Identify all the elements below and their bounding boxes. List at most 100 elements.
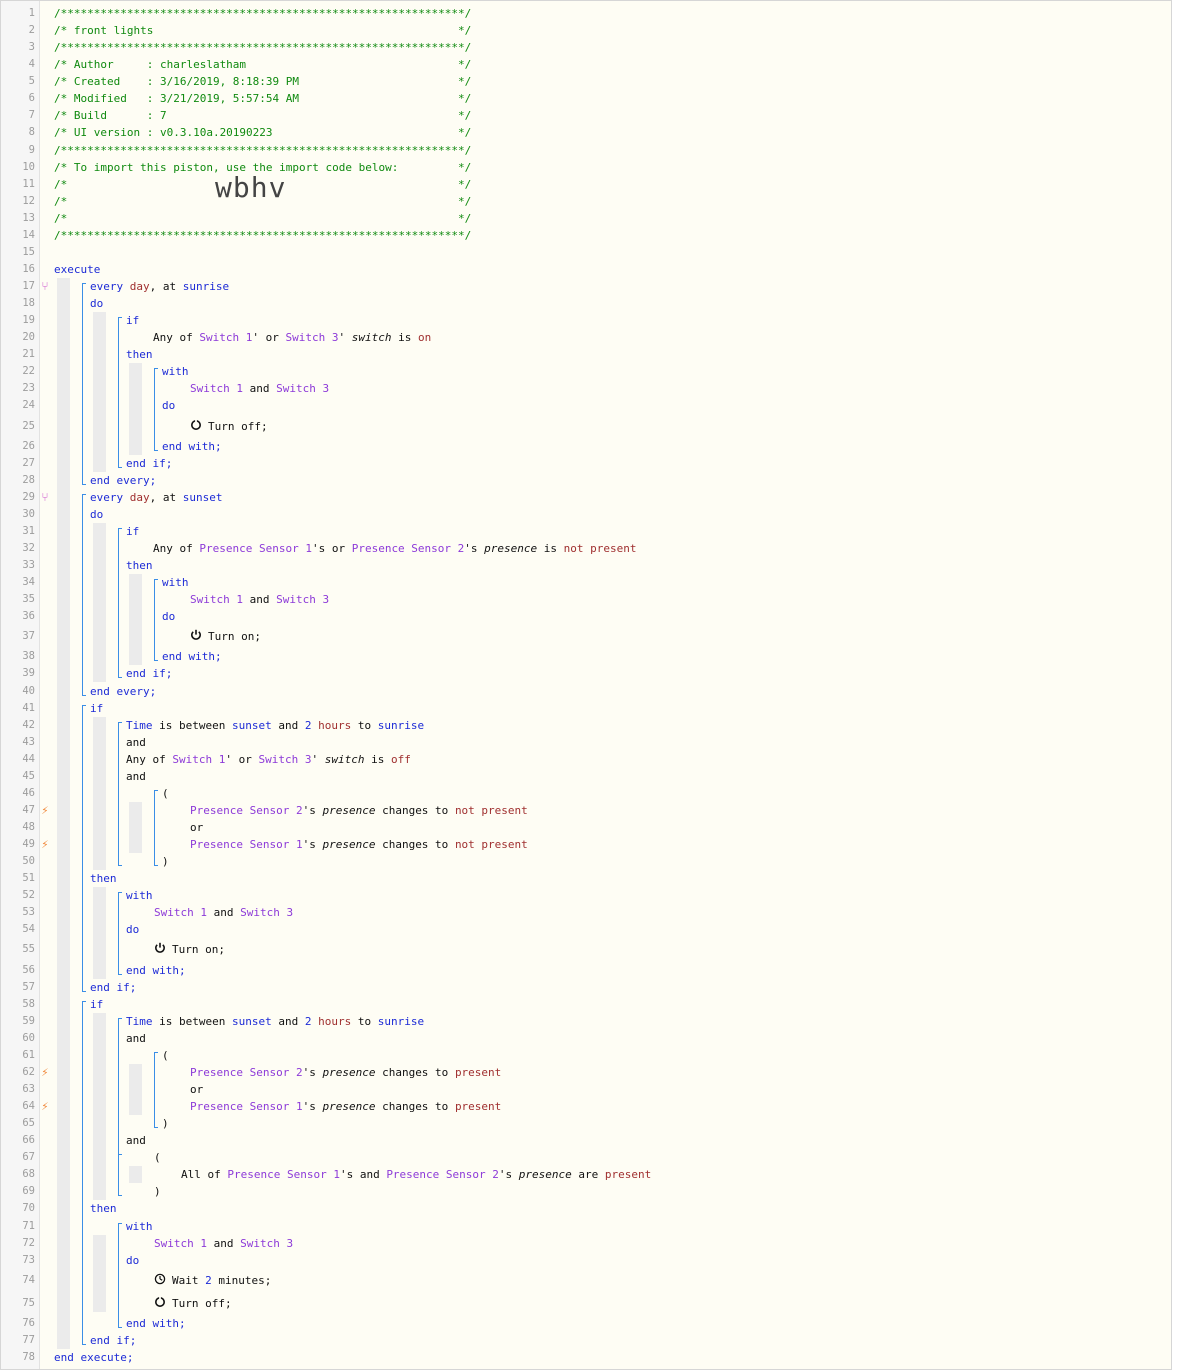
keyword-token: do (126, 923, 140, 937)
device-token[interactable]: Switch 1 (190, 382, 243, 395)
code-line: 49 ⚡ Presence Sensor 1's presence changes … (1, 836, 1171, 853)
code-text: /***************************************… (54, 142, 471, 159)
line-number: 9 (28, 143, 35, 156)
code-line: 54 do (1, 921, 1171, 938)
value-token: hours (318, 718, 352, 732)
power-on-icon (154, 942, 166, 954)
code-text: end with; (162, 648, 222, 665)
line-number: 26 (22, 439, 35, 452)
value-token: not present (454, 838, 528, 852)
code-line: 38 end with; (1, 648, 1171, 665)
code-line: 12/* */ (1, 193, 1171, 210)
keyword-token: sunrise (377, 1014, 425, 1028)
device-token[interactable]: Switch 3 (285, 331, 338, 344)
code-text: ) (162, 1115, 169, 1132)
code-line: 3 /**************************************… (1, 39, 1171, 56)
code-text: if (90, 996, 103, 1013)
line-number: 34 (22, 576, 35, 589)
keyword-token: end execute; (54, 1351, 134, 1364)
text-token: , at (149, 490, 183, 504)
code-text: All of Presence Sensor 1's and Presence … (181, 1166, 651, 1183)
line-number: 3 (28, 41, 35, 54)
comment-token: /***************************************… (54, 7, 472, 20)
device-token[interactable]: Presence Sensor 1 (199, 542, 312, 555)
device-token[interactable]: Presence Sensor 2 (352, 542, 465, 555)
line-number: 64 (22, 1100, 35, 1113)
device-token[interactable]: Presence Sensor 1 (190, 1100, 303, 1113)
device-token[interactable]: Presence Sensor 1 (190, 838, 303, 851)
piston-code-editor: 1 /**************************************… (0, 0, 1172, 1370)
code-text: Turn off; (154, 1295, 232, 1312)
text-token: and (242, 593, 277, 607)
code-text: and (126, 734, 146, 751)
line-number: 13 (22, 211, 35, 224)
device-token[interactable]: Switch 3 (240, 906, 293, 919)
value-token: present (604, 1168, 652, 1182)
device-token[interactable]: Presence Sensor 2 (190, 1066, 303, 1079)
device-token[interactable]: Switch 3 (258, 753, 311, 766)
code-line: 31 if (1, 523, 1171, 540)
device-token[interactable]: Switch 3 (276, 382, 329, 395)
comment-token: /* Created : 3/16/2019, 8:18:39 PM */ (54, 75, 472, 89)
code-text: Time is between sunset and 2 hours to su… (126, 717, 424, 734)
text-token: and (126, 735, 146, 749)
code-line: 32 Any of Presence Sensor 1's or Presence… (1, 540, 1171, 557)
text-token: changes to (375, 1065, 455, 1079)
keyword-token: end every; (90, 473, 157, 487)
keyword-token: Time (126, 1014, 153, 1028)
device-token[interactable]: Switch 1 (199, 331, 252, 344)
code-text: end execute; (54, 1349, 133, 1366)
power-off-icon (190, 419, 202, 431)
code-line: 64 ⚡ Presence Sensor 1's presence changes … (1, 1098, 1171, 1115)
code-line: 62 ⚡ Presence Sensor 2's presence changes … (1, 1064, 1171, 1081)
line-number: 42 (22, 718, 35, 731)
device-token[interactable]: Switch 1 (190, 593, 243, 606)
device-token[interactable]: Switch 1 (154, 906, 207, 919)
code-line: 34 with (1, 574, 1171, 591)
code-line: 73 do (1, 1252, 1171, 1269)
keyword-token: end if; (90, 980, 137, 994)
comment-token: /* */ (54, 211, 472, 225)
keyword-token: sunset (182, 490, 223, 504)
code-line: 2 /* front lights */ (1, 22, 1171, 39)
line-number: 73 (22, 1253, 35, 1266)
text-token: All of (181, 1168, 228, 1182)
code-text: every day, at sunset (90, 489, 223, 506)
code-line: 45 and (1, 768, 1171, 785)
code-line: 16 execute (1, 261, 1171, 278)
attribute-token: presence (518, 1168, 572, 1182)
code-text: do (126, 1252, 139, 1269)
text-token: 's (464, 541, 485, 555)
device-token[interactable]: Switch 3 (240, 1237, 293, 1250)
line-number: 7 (28, 109, 35, 122)
device-token[interactable]: Presence Sensor 2 (386, 1168, 499, 1181)
code-line: 65) (1, 1115, 1171, 1132)
attribute-token: presence (322, 1065, 376, 1079)
device-token[interactable]: Switch 1 (154, 1237, 207, 1250)
code-text: end every; (90, 683, 156, 700)
code-text: then (126, 346, 153, 363)
line-number: 44 (22, 752, 35, 765)
line-number: 17 (22, 280, 35, 293)
keyword-token: end if; (126, 667, 173, 681)
comment-token: /* Author : charleslatham */ (54, 58, 472, 72)
code-text: ( (154, 1149, 161, 1166)
device-token[interactable]: Switch 1 (172, 753, 225, 766)
line-number: 72 (22, 1236, 35, 1249)
line-number: 32 (22, 541, 35, 554)
text-token: ) (154, 1185, 161, 1199)
code-line: 24 do (1, 397, 1171, 414)
value-token: hours (318, 1014, 352, 1028)
code-line: 11/* */ (1, 176, 1171, 193)
number-token: 2 (205, 1273, 212, 1287)
line-number: 29 (22, 490, 35, 503)
code-text: Any of Switch 1' or Switch 3' switch is … (126, 751, 411, 768)
device-token[interactable]: Presence Sensor 2 (190, 804, 303, 817)
code-text: Wait 2 minutes; (154, 1272, 271, 1289)
code-line: 30 do (1, 506, 1171, 523)
line-number: 37 (22, 630, 35, 643)
code-text: end if; (126, 665, 172, 682)
device-token[interactable]: Presence Sensor 1 (227, 1168, 340, 1181)
device-token[interactable]: Switch 3 (276, 593, 329, 606)
line-number: 12 (22, 194, 35, 207)
